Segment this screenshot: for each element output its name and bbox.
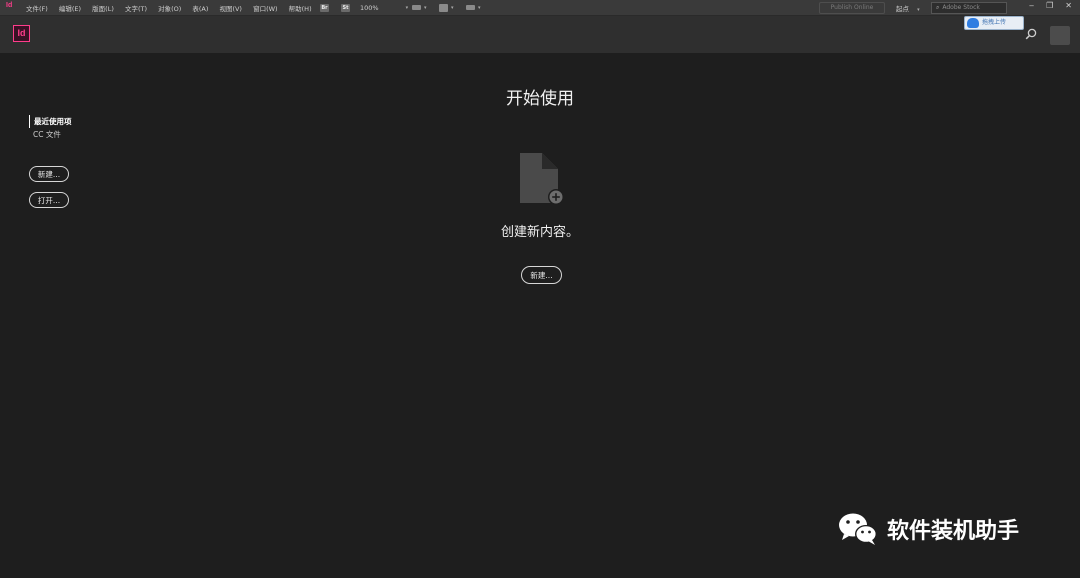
menu-edit[interactable]: 编辑(E) xyxy=(59,3,81,13)
arrange-documents-icon xyxy=(466,5,475,10)
sidebar-item-recent[interactable]: 最近使用项 xyxy=(29,115,149,128)
app-icon: Id xyxy=(6,2,13,9)
menu-window[interactable]: 窗口(W) xyxy=(253,3,278,13)
avatar[interactable] xyxy=(1050,26,1070,45)
stock-app-group: St xyxy=(341,2,350,13)
restore-icon[interactable]: ❐ xyxy=(1046,1,1053,10)
bridge-group: Br xyxy=(320,2,329,13)
indesign-home-window: Id 文件(F) 编辑(E) 版面(L) 文字(T) 对象(O) 表(A) 视图… xyxy=(0,0,1080,578)
menu-file[interactable]: 文件(F) xyxy=(26,3,48,13)
indesign-logo: Id xyxy=(13,25,30,42)
cloud-icon xyxy=(967,18,979,28)
search-icon: ⌕ xyxy=(936,4,940,11)
search-icon[interactable] xyxy=(1025,28,1037,40)
home-header: Id 拖拽上传 xyxy=(0,16,1080,53)
upload-label: 拖拽上传 xyxy=(982,19,1007,26)
menu-bar: Id 文件(F) 编辑(E) 版面(L) 文字(T) 对象(O) 表(A) 视图… xyxy=(0,0,1080,16)
stock-search-placeholder: Adobe Stock xyxy=(942,4,980,11)
new-document-icon xyxy=(520,153,564,205)
view-options-group[interactable]: ▾ xyxy=(412,2,427,13)
drag-upload-button[interactable]: 拖拽上传 xyxy=(964,16,1024,30)
screen-mode-icon xyxy=(439,3,448,12)
menu-view[interactable]: 视图(V) xyxy=(219,3,242,13)
arrange-documents-group[interactable]: ▾ xyxy=(466,2,481,13)
workspace-label: 起点 xyxy=(896,5,909,13)
menu-list: 文件(F) 编辑(E) 版面(L) 文字(T) 对象(O) 表(A) 视图(V)… xyxy=(26,3,321,13)
main-new-button[interactable]: 新建... xyxy=(521,266,562,284)
adobe-stock-search[interactable]: ⌕ Adobe Stock xyxy=(931,2,1007,14)
publish-online-button[interactable]: Publish Online xyxy=(819,2,885,14)
zoom-level[interactable]: 100% xyxy=(360,4,379,12)
page-title: 开始使用 xyxy=(506,89,574,109)
wechat-watermark: 软件装机助手 xyxy=(837,508,1019,550)
window-controls: ‒ ❐ ✕ xyxy=(1029,1,1072,10)
workspace-switcher[interactable]: 起点 ▾ xyxy=(896,3,920,13)
menu-table[interactable]: 表(A) xyxy=(192,3,208,13)
sidebar-item-cc-files[interactable]: CC 文件 xyxy=(29,128,149,141)
watermark-text: 软件装机助手 xyxy=(887,519,1020,544)
screen-mode-group[interactable]: ▾ xyxy=(439,2,454,13)
create-new-subtitle: 创建新内容。 xyxy=(500,225,579,240)
menu-type[interactable]: 文字(T) xyxy=(125,3,147,13)
bridge-icon[interactable]: Br xyxy=(320,3,329,12)
chevron-down-icon: ▾ xyxy=(451,4,454,11)
close-icon[interactable]: ✕ xyxy=(1065,1,1072,10)
minimize-icon[interactable]: ‒ xyxy=(1029,1,1034,10)
stock-app-icon[interactable]: St xyxy=(341,3,350,12)
zoom-group: 100% ▾ xyxy=(360,2,408,13)
chevron-down-icon: ▾ xyxy=(917,7,920,13)
chevron-down-icon: ▾ xyxy=(424,4,427,11)
wechat-icon xyxy=(839,513,877,545)
menu-layout[interactable]: 版面(L) xyxy=(92,3,114,13)
zoom-caret-icon[interactable]: ▾ xyxy=(406,5,409,11)
view-options-icon xyxy=(412,5,421,10)
sidebar-open-button[interactable]: 打开... xyxy=(29,192,69,208)
menu-help[interactable]: 帮助(H) xyxy=(289,3,312,13)
sidebar-new-button[interactable]: 新建... xyxy=(29,166,69,182)
sidebar: 最近使用项 CC 文件 xyxy=(29,115,149,141)
chevron-down-icon: ▾ xyxy=(478,4,481,11)
menu-object[interactable]: 对象(O) xyxy=(158,3,181,13)
